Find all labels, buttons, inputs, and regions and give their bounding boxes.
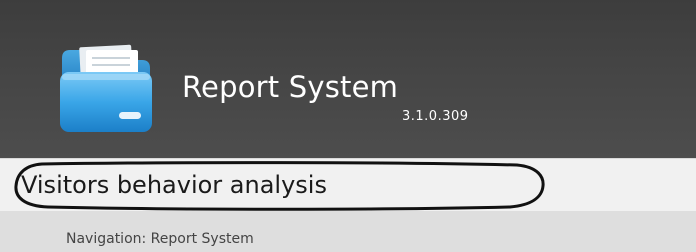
app-version: 3.1.0.309 (402, 109, 469, 124)
report-system-page: Report System 3.1.0.309 Visitors behavio… (0, 0, 696, 252)
breadcrumb: Navigation: Report System (66, 231, 254, 247)
folder-icon (60, 44, 152, 132)
app-title: Report System (182, 70, 399, 104)
app-header: Report System 3.1.0.309 (0, 0, 696, 158)
highlight-oval (14, 161, 545, 211)
